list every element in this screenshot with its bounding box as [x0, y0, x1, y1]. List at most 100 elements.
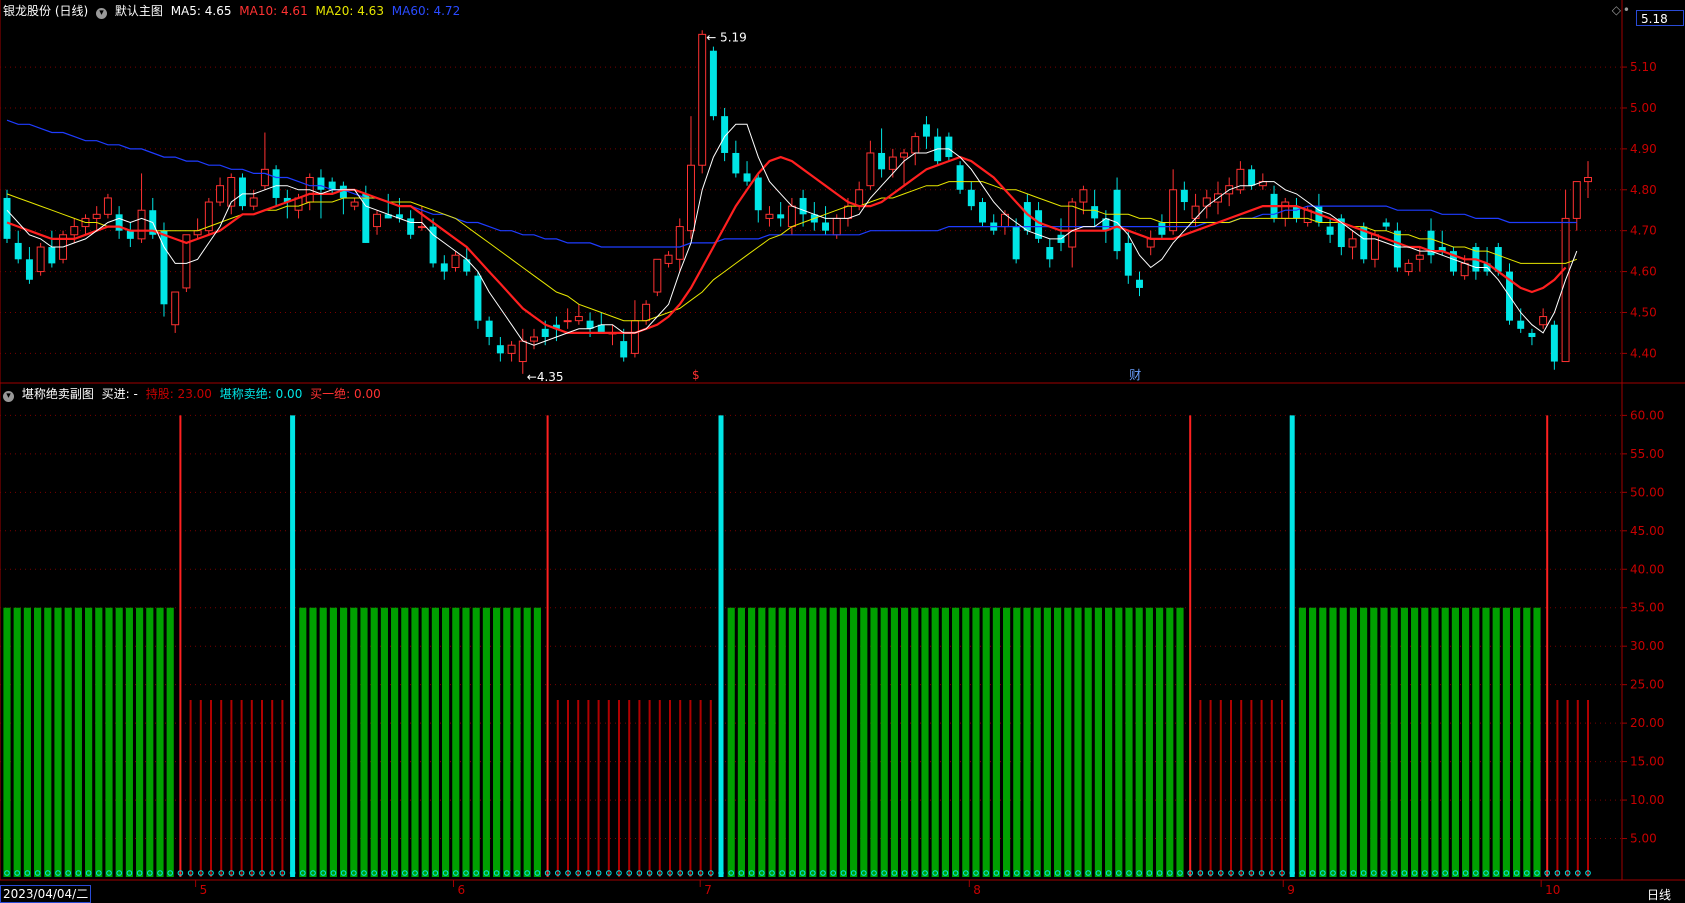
- candle-body-up: [787, 205, 796, 228]
- hold-bar: [972, 607, 980, 877]
- hold-bar: [1380, 607, 1388, 877]
- hold-bar: [1319, 607, 1327, 877]
- hold-bar: [3, 607, 11, 877]
- candle-body-up: [216, 185, 225, 203]
- candle-body-up: [866, 152, 875, 187]
- candle-body-down: [878, 152, 886, 170]
- hold-bar: [890, 607, 898, 877]
- candle-body-up: [137, 209, 146, 240]
- x-tick-label: 6: [458, 883, 466, 897]
- hold-bar: [768, 607, 776, 877]
- hold-bar: [1411, 607, 1419, 877]
- hold-bar: [411, 607, 419, 877]
- hold-bar: [1166, 607, 1174, 877]
- hold-bar: [401, 607, 409, 877]
- candle-body-up: [1539, 316, 1548, 326]
- event-marker-finance: 财: [1129, 368, 1141, 382]
- hold-bar: [319, 607, 327, 877]
- hold-bar: [380, 607, 388, 877]
- candle-body-down: [709, 50, 717, 117]
- candle-body-up: [653, 258, 662, 293]
- y-tick-label: 4.90: [1630, 142, 1657, 156]
- candle-body-down: [474, 275, 482, 321]
- candle-body-down: [1550, 324, 1558, 362]
- hold-bar: [1390, 607, 1398, 877]
- candle-body-down: [48, 247, 56, 264]
- hold-bar: [309, 607, 317, 877]
- candle-body-up: [1404, 262, 1413, 273]
- hold-bar: [1074, 607, 1082, 877]
- hold-bar: [1145, 607, 1153, 877]
- hold-bar: [350, 607, 358, 877]
- candle-body-up: [1348, 238, 1357, 248]
- hold-bar: [1054, 607, 1062, 877]
- candle-body-up: [1584, 177, 1592, 183]
- hold-bar: [809, 607, 817, 877]
- candle-body-down: [14, 242, 22, 260]
- candle-body-up: [1079, 189, 1088, 203]
- hold-bar: [503, 607, 511, 877]
- candle-body-up: [92, 213, 101, 219]
- candle-body-up: [373, 213, 381, 228]
- hold-bar: [115, 607, 123, 877]
- candle-body-down: [743, 173, 751, 182]
- hold-bar: [921, 607, 929, 877]
- x-tick-label: 10: [1545, 883, 1560, 897]
- hold-bar: [1462, 607, 1470, 877]
- candle-body-up: [350, 201, 359, 207]
- candle-body-up: [1146, 238, 1155, 248]
- stock-chart-window: 银龙股份 (日线) ▾ 默认主图 MA5: 4.65 MA10: 4.61 MA…: [0, 0, 1685, 903]
- hold-bar: [156, 607, 164, 877]
- hold-bar: [799, 607, 807, 877]
- period-label[interactable]: 日线: [1647, 886, 1671, 903]
- candle-body-down: [1494, 247, 1502, 272]
- candle-body-down: [272, 169, 280, 198]
- candle-body-down: [1124, 242, 1132, 276]
- candle-body-up: [1415, 254, 1424, 260]
- hold-bar: [1135, 607, 1143, 877]
- hold-bar: [1023, 607, 1031, 877]
- candle-body-up: [451, 254, 460, 268]
- candle-body-down: [979, 202, 986, 223]
- hold-bar: [1176, 607, 1184, 877]
- hold-bar: [85, 607, 93, 877]
- candle-body-up: [698, 33, 707, 166]
- hold-bar: [1115, 607, 1123, 877]
- candle-body-up: [642, 303, 651, 322]
- hold-bar: [1064, 607, 1072, 877]
- x-tick-label: 8: [973, 883, 981, 897]
- hold-bar: [44, 607, 52, 877]
- hold-bar: [1329, 607, 1337, 877]
- candle-body-down: [463, 259, 471, 272]
- hold-bar: [329, 607, 337, 877]
- chart-canvas[interactable]: 5.10 5.00 4.90 4.80 4.70 4.60 4.50 4.40 ← 5.19 ←4…: [0, 0, 1685, 902]
- y-tick-label: 4.60: [1630, 265, 1657, 279]
- candle-body-down: [1393, 230, 1401, 268]
- hold-bar: [1360, 607, 1368, 877]
- hold-bar: [737, 607, 745, 877]
- candle-body-down: [1528, 332, 1536, 338]
- candle-body-up: [1169, 189, 1178, 232]
- x-tick-label: 7: [704, 883, 712, 897]
- hold-bar: [391, 607, 399, 877]
- hold-bar: [1451, 607, 1459, 877]
- y-tick-label: 45.00: [1630, 524, 1664, 538]
- candle-body-down: [126, 230, 134, 239]
- hold-bar: [1533, 607, 1541, 877]
- hold-bar: [758, 607, 766, 877]
- candle-body-up: [507, 344, 516, 354]
- y-tick-label: 40.00: [1630, 562, 1664, 576]
- hold-bar: [1370, 607, 1378, 877]
- hold-bar: [136, 607, 144, 877]
- candle-body-up: [1460, 262, 1469, 277]
- candle-body-up: [530, 336, 538, 342]
- hold-bar: [340, 607, 348, 877]
- hold-bar: [1523, 607, 1531, 877]
- candle-body-down: [922, 124, 930, 137]
- min-price-label: ←4.35: [527, 370, 564, 384]
- candle-body-up: [1572, 181, 1581, 219]
- hold-bar: [931, 607, 939, 877]
- candle-body-up: [1561, 217, 1570, 363]
- hold-bar: [1349, 607, 1357, 877]
- candle-body-up: [249, 197, 258, 207]
